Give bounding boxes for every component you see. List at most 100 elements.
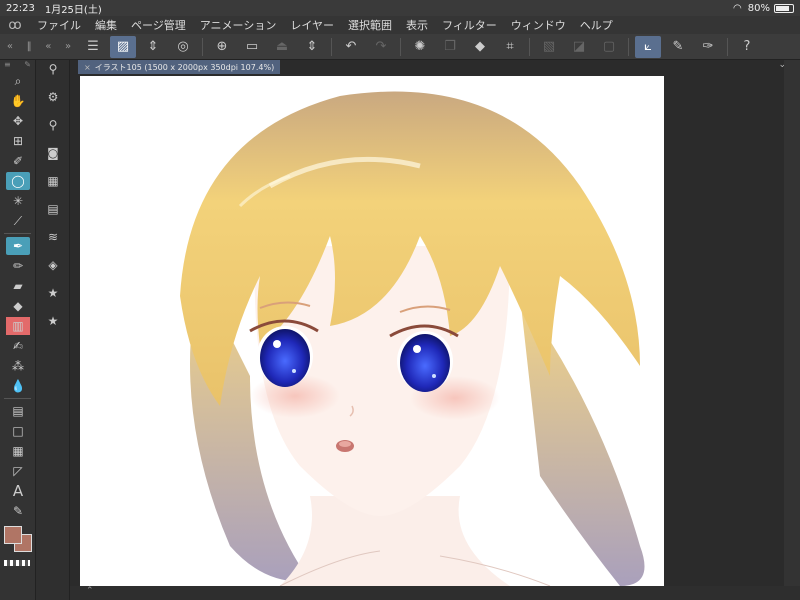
menu-window[interactable]: ウィンドウ [504,17,573,33]
tool-divider [4,233,31,234]
magnifier-icon[interactable]: ⌕ [6,72,30,90]
battery-icon [774,3,794,13]
anime-girl-illustration [180,91,645,586]
hamburger-menu-icon[interactable]: ☰ [80,36,106,58]
wifi-icon: ◠ [733,2,742,14]
favorite-material-icon[interactable]: ★ [42,312,64,330]
layer-property-icon[interactable]: ≋ [42,228,64,246]
status-bar: 22:23 1月25日(土) ◠ 80% [0,0,800,16]
toolbar-divider [529,37,530,56]
hand-icon[interactable]: ✋ [6,92,30,110]
undo-icon[interactable]: ↶ [338,36,364,58]
toolbar-divider [331,37,332,56]
selection-border-icon[interactable]: ▢ [596,36,622,58]
right-panel-edge [784,60,800,600]
clock: 22:23 [6,2,35,14]
fill-bucket-icon[interactable]: ◆ [467,36,493,58]
pen-pressure-icon[interactable]: ✑ [695,36,721,58]
watercolor-icon[interactable]: 💧 [6,377,30,395]
airbrush-icon[interactable]: ✍ [6,337,30,355]
layer-settings-icon[interactable]: ⚙ [42,88,64,106]
loading-spinner-icon[interactable]: ✺ [407,36,433,58]
timeline-icon[interactable]: ▤ [42,200,64,218]
ruler-icon[interactable]: ◸ [6,462,30,480]
pencil-icon[interactable]: ✏ [6,257,30,275]
stabilization-icon[interactable]: ⟀ [635,35,661,58]
toolbar-divider [628,37,629,56]
app-logo-icon[interactable]: ꝏ [0,18,30,33]
save-icon[interactable]: ⏏ [269,36,295,58]
new-file-icon[interactable]: ⊕ [209,36,235,58]
navigator-icon[interactable]: ◙ [42,144,64,162]
vector-layer-icon[interactable]: ⚲ [42,60,64,78]
toolbar-divider [727,37,728,56]
move-icon[interactable]: ✥ [6,112,30,130]
switch-icon[interactable]: ⇕ [299,36,325,58]
brush-settings-icon[interactable]: ✎ [665,36,691,58]
main-color-swatch[interactable] [4,526,22,544]
copy-icon[interactable]: ❐ [437,36,463,58]
color-swatches[interactable] [4,526,34,556]
blend-icon[interactable]: ▥ [6,317,30,335]
switch-up-down-icon[interactable]: ⇕ [140,36,166,58]
menu-view[interactable]: 表示 [399,17,435,33]
menu-edit[interactable]: 編集 [88,17,124,33]
toolbar-divider [202,37,203,56]
palette-pin-icon[interactable]: ✎ [24,60,31,70]
bottom-bar: ⌃ [70,586,800,600]
transform-icon[interactable]: ⌗ [497,36,523,58]
battery-percent: 80% [747,2,770,14]
panel-collapse-controls: « ‖ « » [0,41,78,52]
sub-tool-panel: ⚲ ⚙ ⚲ ◙ ▦ ▤ ≋ ◈ ★ ★ [36,60,70,600]
expand-icon[interactable]: » [65,41,71,52]
frame-icon[interactable]: ▦ [6,442,30,460]
lasso-icon[interactable]: ◯ [6,172,30,190]
auto-select-icon[interactable]: ✳ [6,192,30,210]
menu-layer[interactable]: レイヤー [283,17,341,33]
menu-bar: ꝏ ファイル 編集 ページ管理 アニメーション レイヤー 選択範囲 表示 フィル… [0,16,800,34]
collapse-sub-icon[interactable]: « [45,41,51,52]
invert-selection-icon[interactable]: ◪ [566,36,592,58]
tool-palette-header: ≡ ✎ [0,60,35,70]
collapse-left-icon[interactable]: « [7,41,13,52]
layers-icon[interactable]: ◈ [42,256,64,274]
eyedropper-icon[interactable]: ⟋ [6,212,30,230]
decoration-icon[interactable]: ⁂ [6,357,30,375]
menu-filter[interactable]: フィルター [435,17,504,33]
canvas-gutter [664,74,784,586]
menu-file[interactable]: ファイル [30,17,88,33]
clip-studio-icon[interactable]: ◎ [170,36,196,58]
palette-menu-icon[interactable]: ≡ [4,60,11,70]
pen-icon[interactable]: ✒ [6,237,30,255]
menu-selection[interactable]: 選択範囲 [341,17,399,33]
divider-icon: ‖ [26,41,32,52]
eraser-icon[interactable]: ▰ [6,277,30,295]
layer-mask-icon[interactable]: ⚲ [42,116,64,134]
tool-divider [4,398,31,399]
menu-page[interactable]: ページ管理 [124,17,193,33]
deselect-icon[interactable]: ▧ [536,36,562,58]
open-folder-icon[interactable]: ▭ [239,36,265,58]
quick-access-icon[interactable]: ▨ [110,35,136,58]
material-icon[interactable]: ★ [42,284,64,302]
document-title: イラスト105 (1500 x 2000px 350dpi 107.4%) [94,62,275,72]
document-tab-bar: × イラスト105 (1500 x 2000px 350dpi 107.4%) … [78,60,800,74]
expand-up-icon[interactable]: ⌃ [86,586,94,596]
figure-icon[interactable]: □ [6,422,30,440]
layer-move-icon[interactable]: ⊞ [6,132,30,150]
menu-animation[interactable]: アニメーション [193,17,284,33]
help-icon[interactable]: ? [734,36,760,58]
menu-help[interactable]: ヘルプ [573,17,620,33]
color-set-icon[interactable]: ▦ [42,172,64,190]
fill-icon[interactable]: ◆ [6,297,30,315]
close-tab-icon[interactable]: × [84,63,91,72]
balloon-icon[interactable]: ✎ [6,502,30,520]
illustration-canvas[interactable] [80,76,664,586]
command-bar: « ‖ « » ☰ ▨ ⇕ ◎ ⊕ ▭ ⏏ ⇕ ↶ ↷ ✺ ❐ ◆ ⌗ ▧ ◪ … [0,34,800,60]
document-tab[interactable]: × イラスト105 (1500 x 2000px 350dpi 107.4%) [78,60,281,74]
gradient-icon[interactable]: ▤ [6,402,30,420]
text-icon[interactable]: A [6,482,30,500]
operation-icon[interactable]: ✐ [6,152,30,170]
transparent-color-swatch[interactable] [4,560,30,566]
redo-icon[interactable]: ↷ [368,36,394,58]
